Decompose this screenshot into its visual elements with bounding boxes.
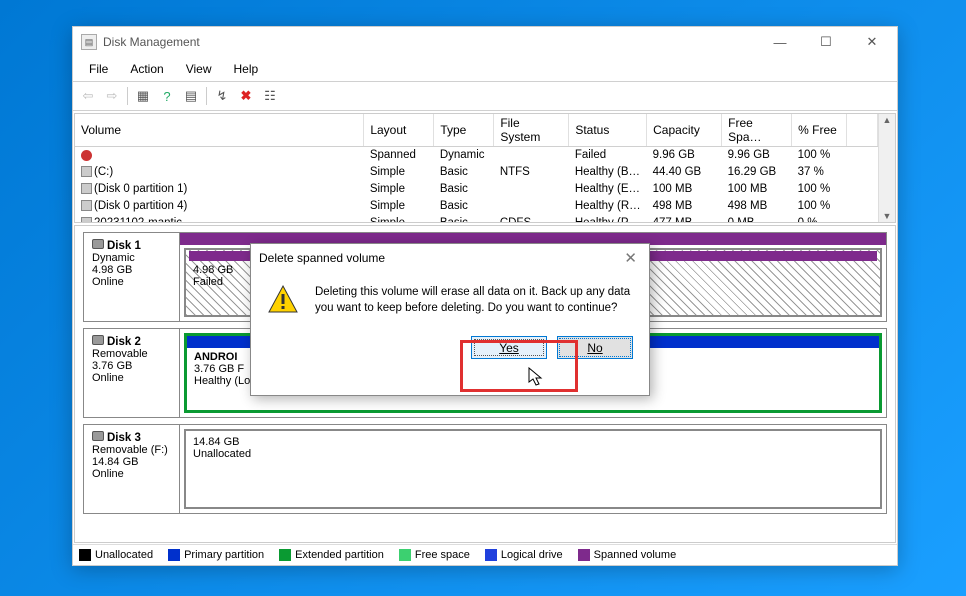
error-icon [81, 150, 92, 161]
legend-item: Extended partition [279, 549, 384, 561]
drive-icon [81, 183, 92, 194]
maximize-button[interactable]: ☐ [803, 27, 849, 57]
col-header[interactable]: Layout [364, 114, 434, 147]
toolbar-help[interactable]: ? [156, 85, 178, 107]
disk-label: Disk 1Dynamic4.98 GBOnline [84, 233, 180, 321]
disk-label: Disk 2Removable3.76 GBOnline [84, 329, 180, 417]
toolbar-view2[interactable]: ▤ [180, 85, 202, 107]
legend-item: Logical drive [485, 549, 563, 561]
legend-swatch [279, 549, 291, 561]
toolbar-delete[interactable]: ✖ [235, 85, 257, 107]
back-button[interactable]: ⇦ [77, 85, 99, 107]
legend-swatch [168, 549, 180, 561]
legend-item: Unallocated [79, 549, 153, 561]
col-header[interactable]: Status [569, 114, 647, 147]
table-row[interactable]: (Disk 0 partition 4)SimpleBasicHealthy (… [75, 198, 878, 215]
dialog-title: Delete spanned volume [259, 251, 385, 265]
disk-icon [92, 431, 104, 441]
scroll-up-icon[interactable]: ▲ [883, 115, 892, 125]
dialog-message: Deleting this volume will erase all data… [315, 284, 633, 316]
col-header[interactable]: Volume [75, 114, 364, 147]
minimize-button[interactable]: — [757, 27, 803, 57]
app-icon: ▤ [81, 34, 97, 50]
table-row[interactable]: (C:)SimpleBasicNTFSHealthy (B…44.40 GB16… [75, 164, 878, 181]
col-header[interactable]: Free Spa… [722, 114, 792, 147]
menubar: File Action View Help [73, 57, 897, 82]
toolbar-settings[interactable]: ↯ [211, 85, 233, 107]
drive-icon [81, 200, 92, 211]
forward-button[interactable]: ⇨ [101, 85, 123, 107]
menu-action[interactable]: Action [120, 59, 173, 79]
volume-table: VolumeLayoutTypeFile SystemStatusCapacit… [74, 113, 896, 223]
legend: Unallocated Primary partition Extended par… [73, 544, 897, 565]
disk-label: Disk 3Removable (F:)14.84 GBOnline [84, 425, 180, 513]
table-row[interactable]: (Disk 0 partition 1)SimpleBasicHealthy (… [75, 181, 878, 198]
drive-icon [81, 166, 92, 177]
legend-swatch [485, 549, 497, 561]
toolbar: ⇦ ⇨ ▦ ? ▤ ↯ ✖ ☷ [73, 82, 897, 111]
scroll-down-icon[interactable]: ▼ [883, 211, 892, 221]
toolbar-view1[interactable]: ▦ [132, 85, 154, 107]
col-header[interactable]: File System [494, 114, 569, 147]
no-button[interactable]: No [557, 336, 633, 359]
dialog-close-button[interactable]: ✕ [620, 249, 641, 267]
close-button[interactable]: ✕ [849, 27, 895, 57]
window-title: Disk Management [103, 35, 200, 49]
warning-icon [267, 284, 299, 316]
delete-volume-dialog: Delete spanned volume ✕ Deleting this vo… [250, 243, 650, 396]
disk-icon [92, 335, 104, 345]
menu-view[interactable]: View [176, 59, 222, 79]
col-header[interactable]: % Free [792, 114, 847, 147]
volume-box[interactable]: 14.84 GBUnallocated [184, 429, 882, 509]
menu-help[interactable]: Help [224, 59, 269, 79]
table-row[interactable]: 20231102-mantic- …SimpleBasicCDFSHealthy… [75, 215, 878, 223]
yes-button[interactable]: Yes [471, 336, 547, 359]
drive-icon [81, 217, 92, 222]
legend-swatch [578, 549, 590, 561]
disk-row[interactable]: Disk 3Removable (F:)14.84 GBOnline14.84 … [83, 424, 887, 514]
legend-item: Free space [399, 549, 470, 561]
titlebar[interactable]: ▤ Disk Management — ☐ ✕ [73, 27, 897, 57]
menu-file[interactable]: File [79, 59, 118, 79]
legend-swatch [399, 549, 411, 561]
disk-icon [92, 239, 104, 249]
table-row[interactable]: SpannedDynamicFailed9.96 GB9.96 GB100 % [75, 147, 878, 164]
col-header[interactable]: Type [434, 114, 494, 147]
col-header[interactable]: Capacity [647, 114, 722, 147]
table-scrollbar[interactable]: ▲ ▼ [878, 114, 895, 222]
toolbar-properties[interactable]: ☷ [259, 85, 281, 107]
legend-swatch [79, 549, 91, 561]
legend-item: Spanned volume [578, 549, 677, 561]
legend-item: Primary partition [168, 549, 264, 561]
